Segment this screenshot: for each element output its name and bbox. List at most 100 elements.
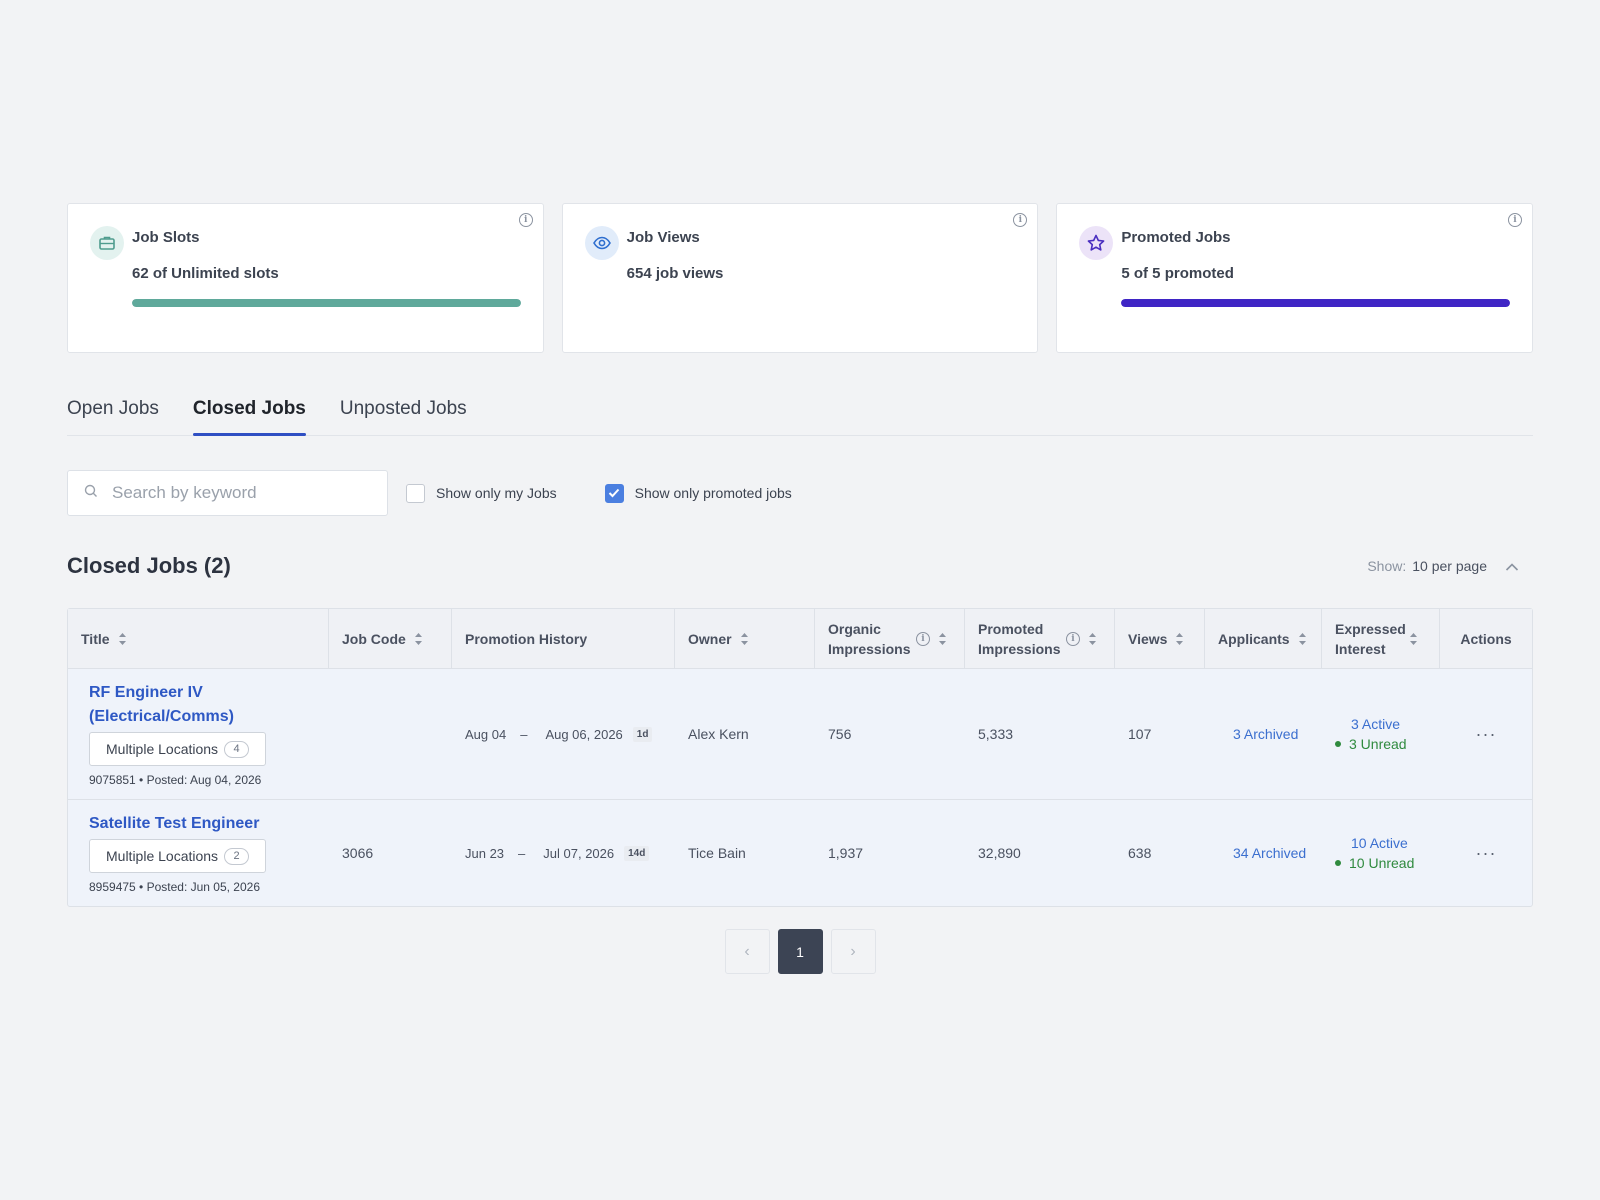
sort-icon[interactable] [1088,631,1097,647]
check-icon [608,488,620,498]
promo-start: Jun 23 [465,845,505,861]
job-code [329,669,452,799]
tab-closed-jobs[interactable]: Closed Jobs [192,397,306,436]
col-job-code[interactable]: Job Code [329,609,452,668]
table-row: RF Engineer IV (Electrical/Comms) Multip… [68,669,1532,800]
sort-icon[interactable] [118,631,127,647]
more-actions-icon[interactable]: ··· [1440,669,1532,799]
info-icon[interactable]: i [1066,631,1080,646]
more-actions-icon[interactable]: ··· [1440,800,1532,906]
promo-duration: 14d [624,845,650,861]
jobs-dashboard: Job Slots 62 of Unlimited slots i Job Vi… [67,203,1534,974]
jobs-table: Title Job Code Promotion History Owner O… [67,608,1533,907]
info-icon[interactable]: i [1508,213,1523,227]
unread-dot-icon [1335,741,1341,747]
interest-active-link[interactable]: 10 Active [1351,833,1408,853]
col-promoted-impressions[interactable]: Promoted Impressions i [965,609,1115,668]
info-icon[interactable]: i [518,213,533,227]
job-meta: 9075851 • Posted: Aug 04, 2026 [89,773,262,787]
expressed-interest: 3 Active 3 Unread [1322,669,1440,799]
job-slots-card: Job Slots 62 of Unlimited slots i [67,203,544,353]
info-icon[interactable]: i [916,631,930,646]
job-meta: 8959475 • Posted: Jun 05, 2026 [89,880,261,894]
col-actions: Actions [1460,630,1512,647]
show-my-jobs-checkbox[interactable]: Show only my Jobs [406,483,557,503]
tab-unposted-jobs[interactable]: Unposted Jobs [340,397,467,435]
interest-unread-link[interactable]: 3 Unread [1335,734,1407,754]
page-1-button[interactable]: 1 [777,929,823,974]
col-organic-impressions[interactable]: Organic Impressions i [815,609,965,668]
briefcase-icon [90,226,124,260]
sort-icon[interactable] [414,631,423,647]
interest-active-link[interactable]: 3 Active [1351,714,1400,734]
sort-icon[interactable] [1175,631,1184,647]
filters-bar: Show only my Jobs Show only promoted job… [67,470,1533,516]
search-icon [84,484,98,503]
title-cell: RF Engineer IV (Electrical/Comms) Multip… [68,669,329,799]
checkbox-label: Show only my Jobs [436,485,557,501]
promoted-jobs-card: Promoted Jobs 5 of 5 promoted i [1056,203,1534,353]
job-tabs: Open Jobs Closed Jobs Unposted Jobs [67,397,1533,436]
next-page-button[interactable]: › [830,929,876,974]
col-views[interactable]: Views [1115,609,1205,668]
locations-button[interactable]: Multiple Locations 2 [89,839,267,873]
info-icon[interactable]: i [1013,213,1028,227]
title-cell: Satellite Test Engineer Multiple Locatio… [68,800,329,906]
card-value: 62 of Unlimited slots [132,265,279,282]
promo-end: Jul 07, 2026 [543,845,615,861]
search-box[interactable] [67,470,388,516]
card-value: 5 of 5 promoted [1121,265,1234,282]
expressed-interest: 10 Active 10 Unread [1322,800,1440,906]
col-title[interactable]: Title [68,609,329,668]
card-value: 654 job views [626,265,724,282]
job-title-link[interactable]: RF Engineer IV (Electrical/Comms) [89,681,329,729]
job-code: 3066 [342,845,374,861]
promoted-impressions: 32,890 [978,845,1021,861]
prev-page-button[interactable]: ‹ [724,929,770,974]
card-title: Job Slots [132,229,200,246]
checkbox-box[interactable] [406,483,425,503]
stat-cards: Job Slots 62 of Unlimited slots i Job Vi… [67,203,1534,353]
search-input[interactable] [112,483,362,503]
applicants-link[interactable]: 34 Archived [1205,800,1322,906]
checkbox-box[interactable] [604,483,624,503]
job-slots-progress [132,299,521,307]
job-title-link[interactable]: Satellite Test Engineer [89,812,259,836]
locations-count: 4 [224,740,250,758]
card-title: Job Views [626,229,700,246]
promotion-history: Jun 23 – Jul 07, 2026 14d [452,800,675,906]
star-icon [1079,226,1114,260]
eye-icon [584,226,619,260]
applicants-link[interactable]: 3 Archived [1205,669,1322,799]
promoted-impressions: 5,333 [978,726,1014,742]
locations-button[interactable]: Multiple Locations 4 [89,732,267,766]
promotion-history: Aug 04 – Aug 06, 2026 1d [452,669,675,799]
job-views-card: Job Views 654 job views i [561,203,1039,353]
checkbox-label: Show only promoted jobs [634,485,792,501]
chevron-up-icon[interactable] [1505,558,1519,574]
sort-icon[interactable] [1409,631,1418,647]
owner: Tice Bain [688,845,746,861]
col-owner[interactable]: Owner [675,609,815,668]
promo-separator: – [520,726,528,742]
promo-end: Aug 06, 2026 [545,726,623,742]
col-expressed-interest[interactable]: Expressed Interest [1322,609,1440,668]
views: 107 [1128,726,1152,742]
show-promoted-checkbox[interactable]: Show only promoted jobs [604,483,792,503]
per-page-label: Show: [1367,558,1407,574]
section-header: Closed Jobs (2) Show: 10 per page [67,552,1533,580]
unread-dot-icon [1335,860,1341,866]
owner: Alex Kern [688,726,749,742]
tab-open-jobs[interactable]: Open Jobs [67,397,159,435]
per-page-selector[interactable]: Show: 10 per page [1367,558,1519,574]
sort-icon[interactable] [740,631,749,647]
promo-separator: – [518,845,526,861]
sort-icon[interactable] [938,631,947,647]
views: 638 [1128,845,1152,861]
organic-impressions: 1,937 [828,845,864,861]
interest-unread-link[interactable]: 10 Unread [1335,853,1414,873]
sort-icon[interactable] [1298,631,1307,647]
locations-count: 2 [224,847,250,865]
col-applicants[interactable]: Applicants [1205,609,1322,668]
promo-start: Aug 04 [465,726,507,742]
